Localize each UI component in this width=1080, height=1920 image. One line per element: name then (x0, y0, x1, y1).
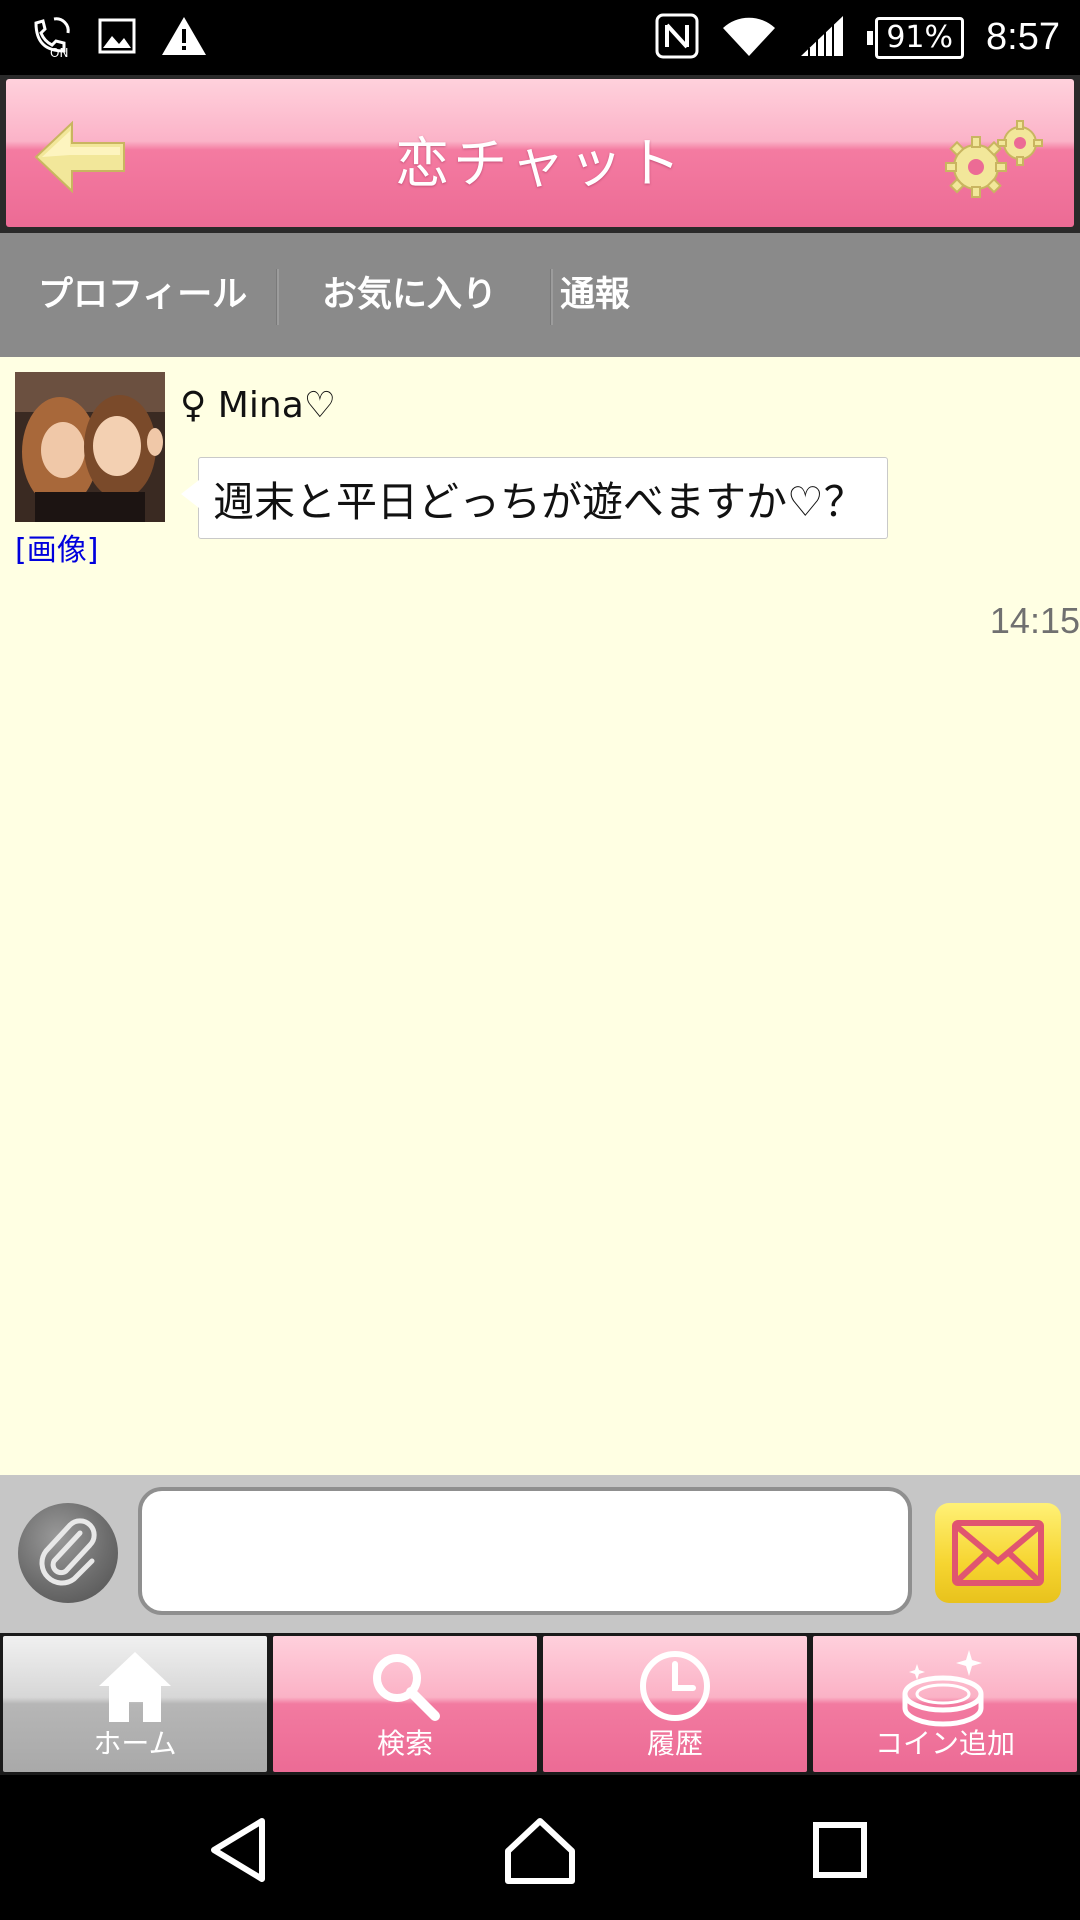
favorite-tab[interactable]: お気に入り (322, 233, 497, 357)
nav-back-button[interactable] (200, 1815, 280, 1885)
message-text: 週末と平日どっちが遊べますか♡？ (213, 478, 865, 526)
message-bubble: 週末と平日どっちが遊べますか♡？ (181, 457, 888, 539)
app-header: 恋チャット (0, 75, 1080, 233)
subnav-divider (276, 269, 279, 325)
report-tab[interactable]: 通報 (560, 233, 630, 357)
nfc-icon (655, 13, 699, 63)
send-button[interactable] (935, 1503, 1061, 1603)
call-on-icon: ON (28, 13, 74, 63)
tab-history[interactable]: 履歴 (543, 1636, 807, 1772)
tab-label-add-coin: コイン追加 (874, 1727, 1015, 1760)
tab-add-coin[interactable]: コイン追加 (813, 1636, 1077, 1772)
page-title: 恋チャット (395, 132, 685, 195)
battery-percent: 91% (875, 16, 965, 59)
sender-name: ♀ Mina♡ (180, 385, 337, 426)
signal-icon (799, 14, 845, 62)
settings-button[interactable] (940, 115, 1050, 203)
wifi-icon (721, 14, 777, 62)
message-input-bar (0, 1475, 1080, 1633)
bubble-tail (181, 480, 199, 508)
tab-label-search: 検索 (376, 1727, 433, 1760)
chat-area[interactable]: [画像] ♀ Mina♡ 週末と平日どっちが遊べますか♡？ 14:15 (0, 357, 1080, 1475)
coin-icon (902, 1650, 984, 1727)
search-icon (373, 1654, 440, 1721)
nav-home-button[interactable] (500, 1815, 580, 1885)
svg-text:ON: ON (50, 46, 68, 59)
avatar[interactable] (15, 372, 165, 522)
paperclip-icon (39, 1518, 97, 1586)
system-navigation-bar (0, 1775, 1080, 1920)
battery-icon: 91% (867, 16, 965, 59)
clock: 8:57 (986, 16, 1060, 58)
message-timestamp: 14:15 (989, 600, 1080, 641)
tab-label-history: 履歴 (646, 1727, 703, 1760)
nav-recents-icon (813, 1822, 867, 1878)
sub-navigation: プロフィール お気に入り 通報 (0, 233, 1080, 357)
message-input[interactable] (138, 1487, 912, 1615)
nav-home-icon (505, 1818, 575, 1884)
nav-back-icon (211, 1818, 265, 1882)
subnav-divider (550, 269, 553, 325)
tab-label-home: ホーム (93, 1727, 177, 1760)
image-link[interactable]: [画像] (15, 525, 98, 569)
tab-home[interactable]: ホーム (3, 1636, 267, 1772)
tab-search[interactable]: 検索 (273, 1636, 537, 1772)
image-icon (98, 18, 136, 58)
clock-icon (640, 1651, 710, 1721)
bottom-tab-bar: ホーム 検索 履歴 コイン追加 (0, 1633, 1080, 1775)
profile-tab[interactable]: プロフィール (38, 233, 247, 357)
nav-recents-button[interactable] (800, 1815, 880, 1885)
home-icon (99, 1652, 171, 1722)
attach-button[interactable] (18, 1503, 118, 1603)
gear-icon (945, 120, 1043, 198)
status-bar: ON 91% 8:57 (0, 0, 1080, 75)
warning-icon (160, 15, 208, 61)
header-bar: 恋チャット (6, 79, 1074, 227)
envelope-icon (952, 1520, 1044, 1586)
